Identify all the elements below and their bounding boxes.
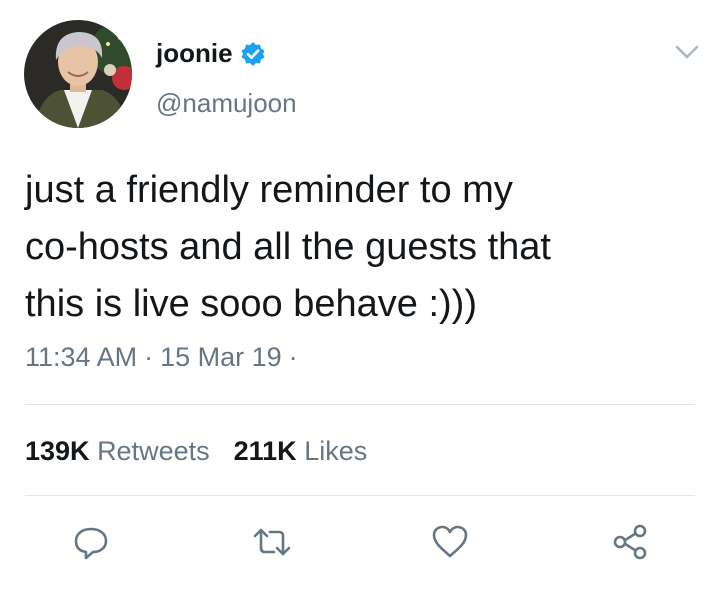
likes-stat[interactable]: 211K Likes [234, 436, 368, 466]
retweets-count: 139K [25, 436, 90, 466]
tweet-date: 15 Mar 19 [160, 342, 282, 372]
tweet-text: just a friendly reminder to my co-hosts … [25, 162, 695, 333]
author-display-name-row[interactable]: joonie [156, 38, 266, 69]
likes-label: Likes [304, 436, 368, 466]
divider [25, 495, 695, 496]
divider [25, 404, 695, 405]
chevron-down-icon[interactable] [672, 40, 702, 64]
author-handle[interactable]: @namujoon [156, 88, 297, 119]
retweet-icon[interactable] [252, 522, 292, 562]
separator: · [144, 342, 154, 372]
avatar-image [24, 20, 132, 128]
tweet-text-line: just a friendly reminder to my [25, 169, 513, 211]
retweets-label: Retweets [97, 436, 210, 466]
engagement-stats: 139K Retweets 211K Likes [25, 436, 367, 467]
tweet-timestamp[interactable]: 11:34 AM · 15 Mar 19 · [25, 342, 305, 373]
tweet-text-line: co-hosts and all the guests that [25, 226, 551, 268]
display-name[interactable]: joonie [156, 38, 233, 69]
reply-icon[interactable] [71, 522, 111, 562]
separator: · [288, 342, 298, 372]
share-icon[interactable] [610, 522, 650, 562]
verified-badge-icon [240, 41, 266, 67]
tweet-text-line: this is live sooo behave :))) [25, 283, 477, 325]
heart-icon[interactable] [430, 522, 470, 562]
avatar[interactable] [24, 20, 132, 128]
tweet-time: 11:34 AM [25, 342, 138, 372]
likes-count: 211K [233, 436, 297, 466]
retweets-stat[interactable]: 139K Retweets [25, 436, 210, 466]
tweet-card: joonie @namujoon just a friendly reminde… [0, 0, 720, 595]
